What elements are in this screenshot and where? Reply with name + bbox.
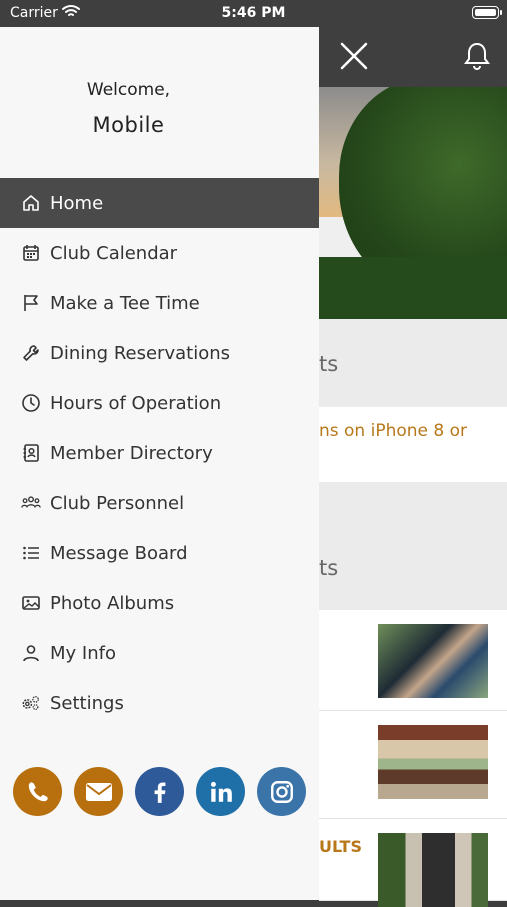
menu-item-label: Message Board — [50, 542, 188, 564]
notifications-button[interactable] — [461, 40, 493, 72]
news-thumbnail — [378, 624, 488, 698]
side-drawer: Welcome, Mobile Home Club Calendar Make … — [0, 27, 319, 900]
menu-item-home[interactable]: Home — [0, 178, 319, 228]
menu-item-label: My Info — [50, 642, 116, 664]
gears-icon — [20, 692, 42, 714]
menu-item-label: Member Directory — [50, 442, 213, 464]
welcome-label: Welcome, — [86, 80, 171, 100]
section-heading-news: ts — [319, 482, 507, 610]
instagram-button[interactable] — [257, 767, 306, 816]
menu-item-club-personnel[interactable]: Club Personnel — [0, 478, 319, 528]
news-item[interactable]: ULTS — [319, 819, 507, 907]
wrench-icon — [20, 342, 42, 364]
flag-icon — [20, 292, 42, 314]
linkedin-icon — [210, 781, 232, 802]
username-label: Mobile — [92, 113, 165, 137]
menu-item-photo-albums[interactable]: Photo Albums — [0, 578, 319, 628]
menu-item-member-directory[interactable]: Member Directory — [0, 428, 319, 478]
close-icon — [340, 42, 368, 70]
section-heading-events: ts — [319, 319, 507, 407]
user-icon — [20, 642, 42, 664]
hero-image — [319, 87, 507, 319]
menu-item-label: Make a Tee Time — [50, 292, 200, 314]
email-icon — [85, 782, 112, 801]
news-item[interactable] — [319, 711, 507, 819]
menu-item-label: Dining Reservations — [50, 342, 230, 364]
menu-item-label: Home — [50, 192, 104, 214]
phone-button[interactable] — [13, 767, 62, 816]
instagram-icon — [270, 780, 293, 803]
menu-item-dining-reservations[interactable]: Dining Reservations — [0, 328, 319, 378]
social-links — [13, 767, 313, 817]
alert-link[interactable]: ns on iPhone 8 or — [319, 407, 507, 482]
phone-icon — [28, 781, 48, 801]
facebook-button[interactable] — [135, 767, 184, 816]
status-time: 5:46 PM — [221, 5, 286, 21]
menu-item-club-calendar[interactable]: Club Calendar — [0, 228, 319, 278]
bell-icon — [464, 42, 490, 70]
menu-item-label: Photo Albums — [50, 592, 175, 614]
email-button[interactable] — [74, 767, 123, 816]
news-thumbnail — [378, 833, 488, 907]
menu-item-hours[interactable]: Hours of Operation — [0, 378, 319, 428]
home-icon — [20, 192, 42, 214]
clock-icon — [20, 392, 42, 414]
contact-book-icon — [20, 442, 42, 464]
image-icon — [20, 592, 42, 614]
news-thumbnail — [378, 725, 488, 799]
menu-item-label: Club Calendar — [50, 242, 178, 264]
group-icon — [20, 492, 42, 514]
linkedin-button[interactable] — [196, 767, 245, 816]
drawer-menu: Home Club Calendar Make a Tee Time Dinin… — [0, 178, 319, 728]
battery-icon — [472, 6, 502, 19]
calendar-icon — [20, 242, 42, 264]
menu-item-label: Hours of Operation — [50, 392, 222, 414]
menu-item-settings[interactable]: Settings — [0, 678, 319, 728]
menu-item-label: Club Personnel — [50, 492, 185, 514]
news-title: ULTS — [319, 837, 362, 856]
menu-item-my-info[interactable]: My Info — [0, 628, 319, 678]
list-icon — [20, 542, 42, 564]
facebook-icon — [154, 781, 165, 803]
news-item[interactable] — [319, 610, 507, 711]
status-bar: Carrier 5:46 PM — [0, 0, 507, 27]
close-menu-button[interactable] — [338, 40, 370, 72]
menu-item-label: Settings — [50, 692, 124, 714]
menu-item-message-board[interactable]: Message Board — [0, 528, 319, 578]
menu-item-tee-time[interactable]: Make a Tee Time — [0, 278, 319, 328]
